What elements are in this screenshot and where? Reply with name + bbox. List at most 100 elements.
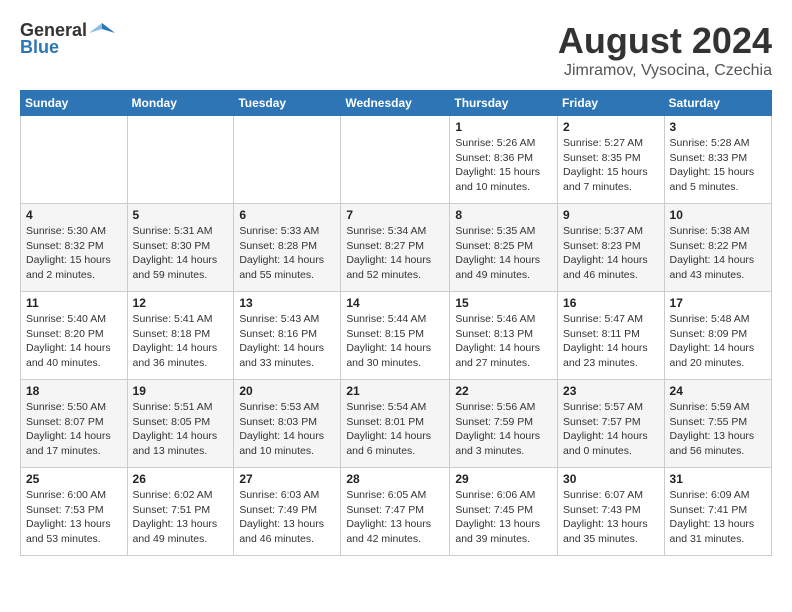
day-number: 7 (346, 208, 444, 222)
day-of-week-header: Friday (558, 91, 665, 116)
calendar-cell: 5 Sunrise: 5:31 AMSunset: 8:30 PMDaylight… (127, 204, 234, 292)
day-info: Sunrise: 6:09 AMSunset: 7:41 PMDaylight:… (670, 488, 766, 547)
calendar-header-row: SundayMondayTuesdayWednesdayThursdayFrid… (21, 91, 772, 116)
calendar-cell: 21 Sunrise: 5:54 AMSunset: 8:01 PMDayligh… (341, 380, 450, 468)
day-number: 27 (239, 472, 335, 486)
month-title: August 2024 (558, 20, 772, 62)
day-of-week-header: Saturday (664, 91, 771, 116)
day-info: Sunrise: 5:26 AMSunset: 8:36 PMDaylight:… (455, 136, 552, 195)
calendar-cell: 18 Sunrise: 5:50 AMSunset: 8:07 PMDayligh… (21, 380, 128, 468)
day-info: Sunrise: 5:35 AMSunset: 8:25 PMDaylight:… (455, 224, 552, 283)
day-of-week-header: Monday (127, 91, 234, 116)
calendar-cell: 31 Sunrise: 6:09 AMSunset: 7:41 PMDayligh… (664, 468, 771, 556)
day-number: 30 (563, 472, 659, 486)
day-number: 21 (346, 384, 444, 398)
day-number: 19 (133, 384, 229, 398)
calendar-cell: 7 Sunrise: 5:34 AMSunset: 8:27 PMDaylight… (341, 204, 450, 292)
calendar-week-row: 18 Sunrise: 5:50 AMSunset: 8:07 PMDayligh… (21, 380, 772, 468)
calendar-cell: 20 Sunrise: 5:53 AMSunset: 8:03 PMDayligh… (234, 380, 341, 468)
day-info: Sunrise: 5:54 AMSunset: 8:01 PMDaylight:… (346, 400, 444, 459)
calendar-table: SundayMondayTuesdayWednesdayThursdayFrid… (20, 90, 772, 556)
day-number: 9 (563, 208, 659, 222)
day-number: 6 (239, 208, 335, 222)
calendar-cell: 10 Sunrise: 5:38 AMSunset: 8:22 PMDayligh… (664, 204, 771, 292)
day-info: Sunrise: 5:50 AMSunset: 8:07 PMDaylight:… (26, 400, 122, 459)
logo-bird-icon (89, 21, 115, 41)
calendar-cell: 6 Sunrise: 5:33 AMSunset: 8:28 PMDaylight… (234, 204, 341, 292)
calendar-cell: 19 Sunrise: 5:51 AMSunset: 8:05 PMDayligh… (127, 380, 234, 468)
day-number: 13 (239, 296, 335, 310)
calendar-cell (21, 116, 128, 204)
header: General Blue August 2024 Jimramov, Vysoc… (20, 20, 772, 80)
day-info: Sunrise: 5:27 AMSunset: 8:35 PMDaylight:… (563, 136, 659, 195)
calendar-cell: 3 Sunrise: 5:28 AMSunset: 8:33 PMDaylight… (664, 116, 771, 204)
day-info: Sunrise: 5:48 AMSunset: 8:09 PMDaylight:… (670, 312, 766, 371)
calendar-cell: 28Sunrise: 6:05 AMSunset: 7:47 PMDayligh… (341, 468, 450, 556)
day-info: Sunrise: 5:56 AMSunset: 7:59 PMDaylight:… (455, 400, 552, 459)
day-number: 11 (26, 296, 122, 310)
day-number: 2 (563, 120, 659, 134)
logo-blue-text: Blue (20, 37, 59, 58)
day-number: 4 (26, 208, 122, 222)
day-info: Sunrise: 6:06 AMSunset: 7:45 PMDaylight:… (455, 488, 552, 547)
day-number: 17 (670, 296, 766, 310)
day-of-week-header: Sunday (21, 91, 128, 116)
calendar-week-row: 25Sunrise: 6:00 AMSunset: 7:53 PMDayligh… (21, 468, 772, 556)
day-number: 10 (670, 208, 766, 222)
calendar-cell: 12Sunrise: 5:41 AMSunset: 8:18 PMDayligh… (127, 292, 234, 380)
calendar-week-row: 4 Sunrise: 5:30 AMSunset: 8:32 PMDaylight… (21, 204, 772, 292)
day-info: Sunrise: 5:40 AMSunset: 8:20 PMDaylight:… (26, 312, 122, 371)
calendar-cell: 1 Sunrise: 5:26 AMSunset: 8:36 PMDaylight… (450, 116, 558, 204)
day-number: 5 (133, 208, 229, 222)
day-info: Sunrise: 6:07 AMSunset: 7:43 PMDaylight:… (563, 488, 659, 547)
day-info: Sunrise: 5:43 AMSunset: 8:16 PMDaylight:… (239, 312, 335, 371)
day-info: Sunrise: 6:02 AMSunset: 7:51 PMDaylight:… (133, 488, 229, 547)
calendar-cell: 4 Sunrise: 5:30 AMSunset: 8:32 PMDaylight… (21, 204, 128, 292)
day-info: Sunrise: 5:30 AMSunset: 8:32 PMDaylight:… (26, 224, 122, 283)
calendar-week-row: 11 Sunrise: 5:40 AMSunset: 8:20 PMDayligh… (21, 292, 772, 380)
calendar-cell: 11 Sunrise: 5:40 AMSunset: 8:20 PMDayligh… (21, 292, 128, 380)
title-section: August 2024 Jimramov, Vysocina, Czechia (558, 20, 772, 80)
day-number: 18 (26, 384, 122, 398)
day-number: 26 (133, 472, 229, 486)
calendar-cell: 16Sunrise: 5:47 AMSunset: 8:11 PMDayligh… (558, 292, 665, 380)
day-number: 29 (455, 472, 552, 486)
day-number: 15 (455, 296, 552, 310)
day-number: 20 (239, 384, 335, 398)
calendar-cell: 23Sunrise: 5:57 AMSunset: 7:57 PMDayligh… (558, 380, 665, 468)
day-info: Sunrise: 5:46 AMSunset: 8:13 PMDaylight:… (455, 312, 552, 371)
calendar-cell: 22Sunrise: 5:56 AMSunset: 7:59 PMDayligh… (450, 380, 558, 468)
calendar-cell: 17 Sunrise: 5:48 AMSunset: 8:09 PMDayligh… (664, 292, 771, 380)
calendar-cell: 15 Sunrise: 5:46 AMSunset: 8:13 PMDayligh… (450, 292, 558, 380)
calendar-cell (234, 116, 341, 204)
calendar-cell: 24Sunrise: 5:59 AMSunset: 7:55 PMDayligh… (664, 380, 771, 468)
day-number: 14 (346, 296, 444, 310)
day-info: Sunrise: 5:28 AMSunset: 8:33 PMDaylight:… (670, 136, 766, 195)
day-info: Sunrise: 5:38 AMSunset: 8:22 PMDaylight:… (670, 224, 766, 283)
day-number: 23 (563, 384, 659, 398)
day-number: 24 (670, 384, 766, 398)
day-of-week-header: Tuesday (234, 91, 341, 116)
day-number: 3 (670, 120, 766, 134)
day-number: 31 (670, 472, 766, 486)
calendar-cell: 26 Sunrise: 6:02 AMSunset: 7:51 PMDayligh… (127, 468, 234, 556)
day-number: 28 (346, 472, 444, 486)
day-info: Sunrise: 5:41 AMSunset: 8:18 PMDaylight:… (133, 312, 229, 371)
day-info: Sunrise: 6:03 AMSunset: 7:49 PMDaylight:… (239, 488, 335, 547)
day-info: Sunrise: 5:51 AMSunset: 8:05 PMDaylight:… (133, 400, 229, 459)
day-number: 1 (455, 120, 552, 134)
day-info: Sunrise: 5:34 AMSunset: 8:27 PMDaylight:… (346, 224, 444, 283)
day-number: 25 (26, 472, 122, 486)
day-of-week-header: Thursday (450, 91, 558, 116)
day-of-week-header: Wednesday (341, 91, 450, 116)
day-info: Sunrise: 5:53 AMSunset: 8:03 PMDaylight:… (239, 400, 335, 459)
day-info: Sunrise: 5:31 AMSunset: 8:30 PMDaylight:… (133, 224, 229, 283)
location-title: Jimramov, Vysocina, Czechia (558, 62, 772, 80)
calendar-week-row: 1 Sunrise: 5:26 AMSunset: 8:36 PMDaylight… (21, 116, 772, 204)
calendar-cell: 14 Sunrise: 5:44 AMSunset: 8:15 PMDayligh… (341, 292, 450, 380)
day-info: Sunrise: 5:37 AMSunset: 8:23 PMDaylight:… (563, 224, 659, 283)
day-info: Sunrise: 5:33 AMSunset: 8:28 PMDaylight:… (239, 224, 335, 283)
calendar-cell: 25Sunrise: 6:00 AMSunset: 7:53 PMDayligh… (21, 468, 128, 556)
day-info: Sunrise: 5:44 AMSunset: 8:15 PMDaylight:… (346, 312, 444, 371)
day-number: 8 (455, 208, 552, 222)
